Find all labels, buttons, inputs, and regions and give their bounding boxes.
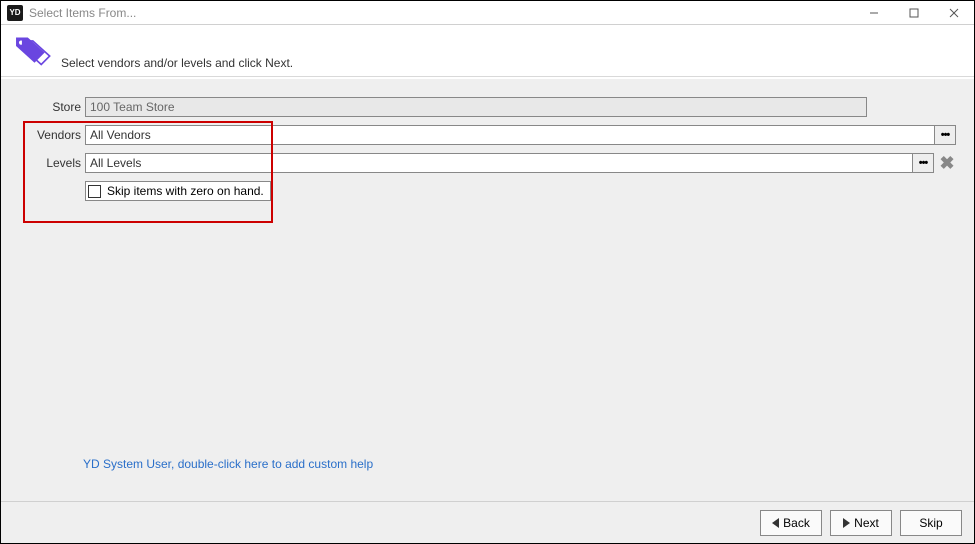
- vendors-row: Vendors •••: [19, 125, 956, 145]
- skip-zero-checkbox[interactable]: Skip items with zero on hand.: [85, 181, 271, 201]
- levels-input[interactable]: [85, 153, 912, 173]
- next-button-label: Next: [854, 516, 879, 530]
- maximize-button[interactable]: [894, 1, 934, 25]
- triangle-right-icon: [843, 518, 850, 528]
- store-label: Store: [19, 100, 85, 114]
- vendors-label: Vendors: [19, 128, 85, 142]
- wizard-instruction: Select vendors and/or levels and click N…: [61, 56, 293, 70]
- tag-icon: [11, 33, 53, 69]
- back-button[interactable]: Back: [760, 510, 822, 536]
- app-icon: YD: [7, 5, 23, 21]
- footer-bar: Back Next Skip: [1, 501, 974, 543]
- form-area: Store Vendors ••• Levels ••• ✖ Skip item…: [1, 79, 974, 501]
- skip-zero-label: Skip items with zero on hand.: [107, 184, 264, 198]
- checkbox-icon: [88, 185, 101, 198]
- levels-label: Levels: [19, 156, 85, 170]
- store-input: [85, 97, 867, 117]
- levels-clear-icon[interactable]: ✖: [938, 154, 956, 172]
- vendors-input[interactable]: [85, 125, 934, 145]
- close-button[interactable]: [934, 1, 974, 25]
- store-row: Store: [19, 97, 956, 117]
- wizard-header: Select vendors and/or levels and click N…: [1, 25, 974, 77]
- window-title: Select Items From...: [29, 6, 136, 20]
- vendors-picker-button[interactable]: •••: [934, 125, 956, 145]
- minimize-button[interactable]: [854, 1, 894, 25]
- levels-picker-button[interactable]: •••: [912, 153, 934, 173]
- next-button[interactable]: Next: [830, 510, 892, 536]
- skip-row: Skip items with zero on hand.: [19, 181, 956, 201]
- triangle-left-icon: [772, 518, 779, 528]
- custom-help-link[interactable]: YD System User, double-click here to add…: [83, 457, 373, 471]
- skip-button-label: Skip: [919, 516, 942, 530]
- levels-row: Levels ••• ✖: [19, 153, 956, 173]
- skip-button[interactable]: Skip: [900, 510, 962, 536]
- back-button-label: Back: [783, 516, 810, 530]
- title-bar: YD Select Items From...: [1, 1, 974, 25]
